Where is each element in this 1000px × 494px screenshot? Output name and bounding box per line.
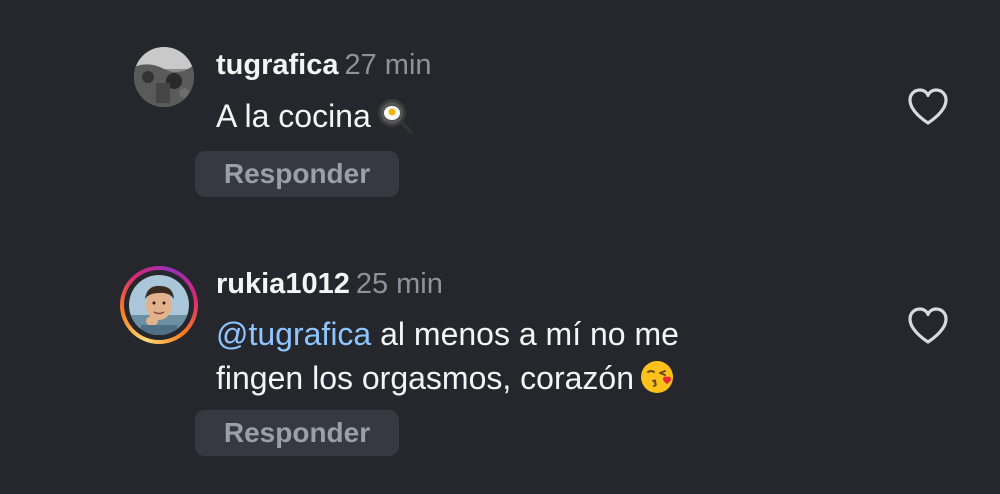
face-blowing-kiss-icon (638, 358, 676, 396)
comment-item: rukia1012 25 min @tugrafica al menos a mí… (0, 230, 1000, 494)
story-ring[interactable] (120, 266, 198, 344)
reply-button[interactable]: Responder (195, 151, 399, 197)
timestamp: 25 min (355, 268, 443, 300)
avatar[interactable] (129, 275, 189, 335)
avatar[interactable] (134, 47, 194, 107)
avatar-photo (129, 275, 189, 335)
heart-outline-icon[interactable] (906, 306, 950, 346)
heart-outline-icon[interactable] (906, 87, 950, 127)
mention-link[interactable]: @tugrafica (216, 316, 371, 352)
comment-text: @tugrafica al menos a mí no me fingen lo… (216, 312, 836, 400)
comment-header: rukia1012 25 min (216, 268, 443, 301)
comment-body: A la cocina (216, 98, 371, 134)
username[interactable]: tugrafica (216, 49, 338, 81)
username[interactable]: rukia1012 (216, 268, 350, 300)
frying-pan-egg-icon (375, 96, 413, 134)
comment-body-line2: fingen los orgasmos, corazón (216, 360, 634, 396)
comment-header: tugrafica 27 min (216, 49, 432, 82)
comment-item: tugrafica 27 min A la cocina Responder (0, 0, 1000, 230)
timestamp: 27 min (344, 49, 432, 81)
comment-body-line1: al menos a mí no me (371, 316, 679, 352)
avatar-photo (134, 47, 194, 107)
reply-button[interactable]: Responder (195, 410, 399, 456)
comment-text: A la cocina (216, 94, 836, 138)
